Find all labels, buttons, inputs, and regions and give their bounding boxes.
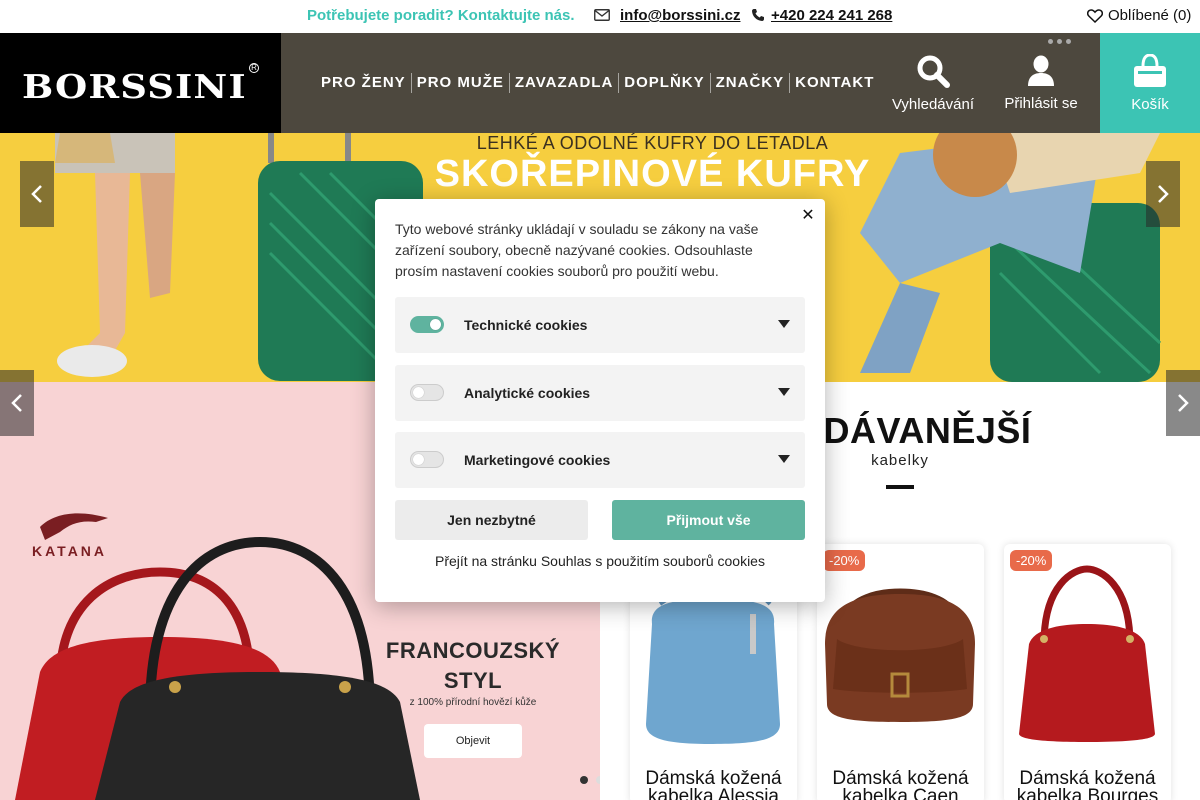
discount-badge: -20% bbox=[823, 550, 866, 571]
phone-icon bbox=[752, 9, 764, 21]
nav-item-luggage[interactable]: ZAVAZADLA bbox=[508, 73, 618, 93]
nav-item-contact[interactable]: KONTAKT bbox=[789, 73, 879, 93]
cart-button[interactable]: Košík bbox=[1100, 33, 1200, 133]
favorites-link[interactable]: Oblíbené (0) bbox=[1087, 7, 1191, 24]
banner-next-button[interactable] bbox=[1146, 161, 1180, 227]
banner-subtitle: LEHKÉ A ODOLNÉ KUFRY DO LETADLA bbox=[476, 133, 829, 153]
promo-pagination bbox=[580, 776, 600, 784]
cookie-policy-link[interactable]: Přejít na stránku Souhlas s použitím sou… bbox=[375, 553, 825, 569]
top-bar: Potřebujete poradit? Kontaktujte nás. in… bbox=[0, 0, 1200, 33]
banner-title: SKOŘEPINOVÉ KUFRY bbox=[434, 153, 871, 195]
cookie-row-label: Analytické cookies bbox=[464, 385, 591, 401]
shopping-bag-icon bbox=[1134, 53, 1166, 87]
promo-cta-button[interactable]: Objevit bbox=[424, 724, 522, 758]
discount-badge: -20% bbox=[1010, 550, 1053, 571]
nav-item-brands[interactable]: ZNAČKY bbox=[709, 73, 790, 93]
product-card[interactable]: -20% Dámská kožená kabelka Bourges bbox=[1004, 544, 1171, 800]
promo-subtitle: z 100% přírodní hovězí kůže bbox=[409, 697, 537, 708]
cookie-consent-dialog: ✕ Tyto webové stránky ukládají v souladu… bbox=[375, 199, 825, 602]
promo-dot[interactable] bbox=[580, 776, 588, 784]
promo-title-line2: STYL bbox=[443, 668, 503, 693]
mail-icon bbox=[594, 9, 610, 21]
nav-item-women[interactable]: PRO ŽENY bbox=[321, 73, 411, 93]
cookie-row-marketing[interactable]: Marketingové cookies bbox=[395, 432, 805, 488]
heart-icon bbox=[1087, 8, 1103, 23]
product-card[interactable]: -20% Dámská kožená kabelka Caen bbox=[817, 544, 984, 800]
chevron-left-icon bbox=[11, 394, 22, 412]
promo-prev-button[interactable] bbox=[0, 370, 34, 436]
product-name[interactable]: Dámská kožená kabelka Alessia bbox=[630, 769, 797, 800]
nav-item-men[interactable]: PRO MUŽE bbox=[410, 73, 509, 93]
product-image bbox=[1019, 565, 1155, 742]
chevron-left-icon bbox=[31, 185, 42, 203]
promo-dot[interactable] bbox=[596, 776, 600, 784]
cookie-intro-text: Tyto webové stránky ukládají v souladu s… bbox=[395, 221, 759, 279]
phone-link[interactable]: +420 224 241 268 bbox=[771, 7, 892, 24]
product-name[interactable]: Dámská kožená kabelka Bourges bbox=[1004, 769, 1171, 800]
site-header: BORSSINI R PRO ŽENY PRO MUŽE ZAVAZADLA D… bbox=[0, 33, 1200, 133]
cart-label: Košík bbox=[1131, 95, 1169, 113]
search-label: Vyhledávání bbox=[891, 95, 974, 113]
logo: BORSSINI bbox=[22, 67, 247, 106]
user-icon bbox=[1028, 55, 1054, 86]
close-icon[interactable]: ✕ bbox=[801, 208, 815, 224]
help-text[interactable]: Potřebujete poradit? Kontaktujte nás. bbox=[307, 7, 575, 24]
login-label: Přihlásit se bbox=[1004, 94, 1078, 112]
chevron-right-icon bbox=[1158, 185, 1169, 203]
promo-title: FRANCOUZSKÝ STYL bbox=[360, 636, 586, 696]
search-icon bbox=[917, 55, 950, 88]
marketing-cookies-toggle[interactable] bbox=[410, 451, 444, 468]
product-image bbox=[825, 588, 975, 722]
search-button[interactable]: Vyhledávání bbox=[885, 33, 981, 133]
caret-down-icon[interactable] bbox=[778, 388, 790, 396]
analytics-cookies-toggle[interactable] bbox=[410, 384, 444, 401]
nav-item-accessories[interactable]: DOPLŇKY bbox=[618, 73, 709, 93]
banner-prev-button[interactable] bbox=[20, 161, 54, 227]
product-name[interactable]: Dámská kožená kabelka Caen bbox=[817, 769, 984, 800]
caret-down-icon[interactable] bbox=[778, 455, 790, 463]
email-link[interactable]: info@borssini.cz bbox=[620, 7, 740, 24]
login-button[interactable]: Přihlásit se bbox=[995, 33, 1087, 133]
accept-all-button[interactable]: Přijmout vše bbox=[612, 500, 805, 540]
registered-mark: R bbox=[249, 63, 259, 73]
logo-link[interactable]: BORSSINI R bbox=[0, 33, 281, 133]
caret-down-icon[interactable] bbox=[778, 320, 790, 328]
cookie-row-technical[interactable]: Technické cookies bbox=[395, 297, 805, 353]
favorites-label: Oblíbené (0) bbox=[1108, 7, 1192, 24]
promo-title-line1: FRANCOUZSKÝ bbox=[385, 638, 561, 663]
cookie-row-label: Technické cookies bbox=[464, 317, 588, 333]
main-nav: PRO ŽENY PRO MUŽE ZAVAZADLA DOPLŇKY ZNAČ… bbox=[321, 33, 879, 133]
title-underline bbox=[886, 485, 914, 489]
cookie-row-analytics[interactable]: Analytické cookies bbox=[395, 365, 805, 421]
technical-cookies-toggle[interactable] bbox=[410, 316, 444, 333]
cookie-row-label: Marketingové cookies bbox=[464, 452, 611, 468]
necessary-only-button[interactable]: Jen nezbytné bbox=[395, 500, 588, 540]
promo-brand: KATANA bbox=[32, 543, 108, 559]
